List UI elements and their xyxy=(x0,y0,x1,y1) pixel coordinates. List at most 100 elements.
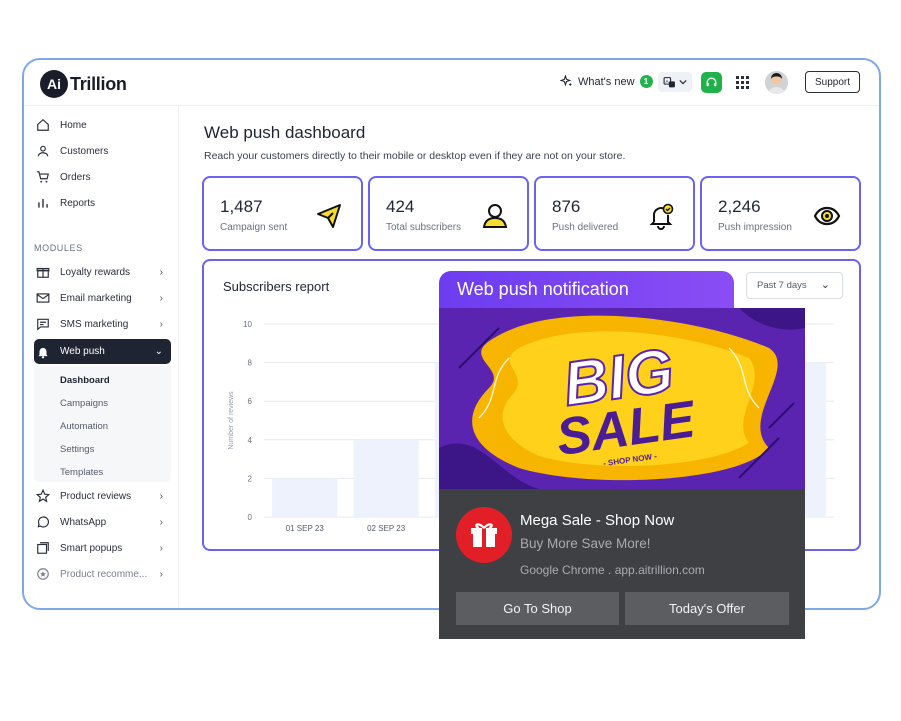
stat-value: 2,246 xyxy=(718,197,761,216)
stat-label: Push delivered xyxy=(552,222,619,233)
sidebar-item-label: Email marketing xyxy=(60,292,132,304)
sidebar-item-label: Smart popups xyxy=(60,542,123,554)
sidebar-item-label: WhatsApp xyxy=(60,516,107,528)
page-subtitle: Reach your customers directly to their m… xyxy=(204,150,626,162)
sparkle-icon xyxy=(560,75,573,87)
language-selector[interactable]: A xyxy=(658,72,692,92)
y-tick-label: 0 xyxy=(248,513,253,522)
stat-value: 876 xyxy=(552,197,581,216)
stat-value: 424 xyxy=(386,197,415,216)
paper-plane-icon xyxy=(317,204,341,228)
report-title: Subscribers report xyxy=(223,279,330,294)
whats-new-label: What's new xyxy=(578,75,635,88)
support-chat-button[interactable] xyxy=(701,72,722,93)
sidebar-item-home[interactable]: Home xyxy=(34,114,171,136)
sidebar-item-smart-popups[interactable]: Smart popups › xyxy=(34,537,171,559)
sidebar-item-web-push[interactable]: Web push ⌄ xyxy=(34,339,171,364)
chevron-right-icon: › xyxy=(159,516,163,528)
submenu-settings[interactable]: Settings xyxy=(60,444,94,455)
notification-message: Buy More Save More! xyxy=(520,536,651,551)
sidebar-item-label: Web push xyxy=(60,346,105,357)
notification-source: Google Chrome . app.aitrillion.com xyxy=(520,563,705,577)
y-tick-label: 4 xyxy=(248,436,253,445)
sidebar-item-label: SMS marketing xyxy=(60,318,129,330)
web-push-submenu: Dashboard Campaigns Automation Settings … xyxy=(34,366,171,482)
sidebar-item-label: Home xyxy=(60,119,87,131)
home-icon xyxy=(36,118,50,132)
translate-icon: A xyxy=(663,76,675,87)
whats-new-button[interactable]: What's new 1 xyxy=(560,75,653,88)
sidebar-item-orders[interactable]: Orders xyxy=(34,166,171,188)
notification-header: Web push notification xyxy=(439,271,734,308)
sidebar-item-email-marketing[interactable]: Email marketing › xyxy=(34,287,171,309)
y-axis-label: Number of reviews xyxy=(228,391,235,450)
bell-icon xyxy=(36,345,50,359)
submenu-automation[interactable]: Automation xyxy=(60,421,108,432)
logo[interactable]: Ai Trillion xyxy=(40,70,127,98)
support-button[interactable]: Support xyxy=(805,71,860,93)
go-to-shop-button[interactable]: Go To Shop xyxy=(456,592,619,625)
big-sale-banner: BIG SALE - SHOP NOW - xyxy=(439,308,805,489)
web-push-notification-preview: Web push notification BIG SALE - SHOP NO… xyxy=(439,271,805,639)
submenu-templates[interactable]: Templates xyxy=(60,467,103,478)
submenu-dashboard[interactable]: Dashboard xyxy=(60,375,110,386)
sidebar-item-customers[interactable]: Customers xyxy=(34,140,171,162)
stat-label: Total subscribers xyxy=(386,222,462,233)
apps-grid-icon[interactable] xyxy=(736,76,749,89)
star-icon xyxy=(36,489,50,503)
chart-bar xyxy=(272,478,338,517)
popup-icon xyxy=(36,541,50,555)
gift-icon xyxy=(456,507,512,563)
sidebar-item-loyalty-rewards[interactable]: Loyalty rewards › xyxy=(34,261,171,283)
sidebar-item-product-recommendations[interactable]: Product recomme... › xyxy=(34,563,171,585)
chevron-right-icon: › xyxy=(159,292,163,304)
gift-icon xyxy=(36,265,50,279)
avatar[interactable] xyxy=(765,71,788,94)
chevron-right-icon: › xyxy=(159,490,163,502)
sidebar-item-label: Product reviews xyxy=(60,490,132,502)
stat-value: 1,487 xyxy=(220,197,263,216)
stat-card-campaign-sent[interactable]: 1,487 Campaign sent xyxy=(202,176,363,251)
sidebar-item-label: Reports xyxy=(60,197,96,209)
stat-card-push-impression[interactable]: 2,246 Push impression xyxy=(700,176,861,251)
logo-name: Trillion xyxy=(70,73,127,94)
recommend-icon xyxy=(36,567,50,581)
stat-card-total-subscribers[interactable]: 424 Total subscribers xyxy=(368,176,529,251)
chevron-down-icon: ⌄ xyxy=(820,279,830,291)
x-tick-label: 01 SEP 23 xyxy=(286,524,325,533)
whatsapp-icon xyxy=(36,515,50,529)
mail-icon xyxy=(36,291,50,305)
sidebar-item-sms-marketing[interactable]: SMS marketing › xyxy=(34,313,171,335)
cart-icon xyxy=(36,170,50,184)
whats-new-count-badge: 1 xyxy=(639,75,653,88)
top-bar: Ai Trillion What's new 1 A Support xyxy=(24,60,879,106)
chart-bar xyxy=(353,439,419,517)
stat-card-push-delivered[interactable]: 876 Push delivered xyxy=(534,176,695,251)
y-tick-label: 2 xyxy=(248,474,253,483)
stat-label: Push impression xyxy=(718,222,792,233)
todays-offer-button[interactable]: Today's Offer xyxy=(625,592,789,625)
sidebar-item-reports[interactable]: Reports xyxy=(34,192,171,214)
y-tick-label: 8 xyxy=(248,359,253,368)
eye-icon xyxy=(813,206,841,226)
notification-title: Mega Sale - Shop Now xyxy=(520,512,675,529)
bar-chart-icon xyxy=(36,196,50,210)
chevron-right-icon: › xyxy=(159,266,163,278)
bell-check-icon xyxy=(649,203,674,230)
user-icon xyxy=(36,144,50,158)
notification-body: Mega Sale - Shop Now Buy More Save More!… xyxy=(439,489,805,639)
message-icon xyxy=(36,317,50,331)
submenu-campaigns[interactable]: Campaigns xyxy=(60,398,108,409)
page-title: Web push dashboard xyxy=(204,123,366,142)
chevron-down-icon: ⌄ xyxy=(154,346,163,357)
logo-mark: Ai xyxy=(40,70,68,98)
y-tick-label: 6 xyxy=(248,397,253,406)
sidebar-item-product-reviews[interactable]: Product reviews › xyxy=(34,485,171,507)
x-tick-label: 02 SEP 23 xyxy=(367,524,406,533)
modules-heading: MODULES xyxy=(34,243,83,253)
chevron-right-icon: › xyxy=(159,318,163,330)
chevron-down-icon xyxy=(679,79,687,85)
sidebar-item-whatsapp[interactable]: WhatsApp › xyxy=(34,511,171,533)
user-icon xyxy=(482,204,508,228)
sidebar-item-label: Orders xyxy=(60,171,91,183)
